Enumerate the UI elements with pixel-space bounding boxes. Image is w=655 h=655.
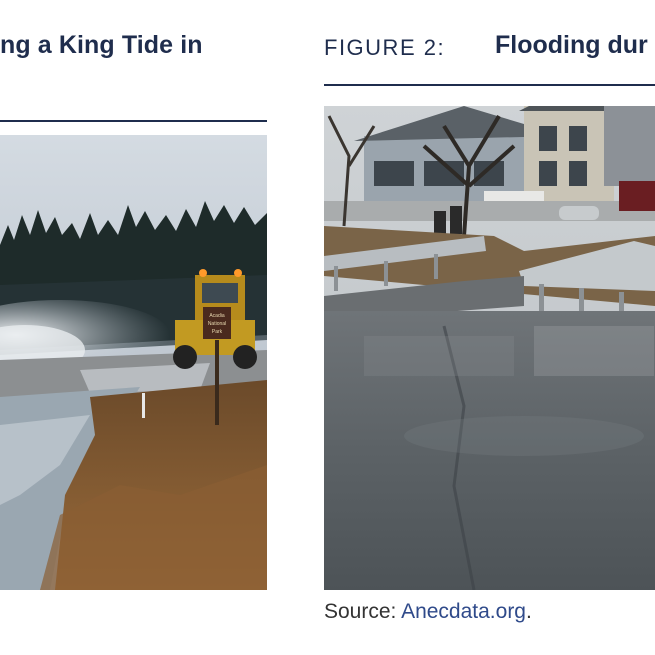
- left-title-divider: [0, 120, 267, 122]
- sign-line-3: Park: [212, 329, 223, 335]
- right-figure-photo: [324, 106, 655, 590]
- source-suffix: .: [526, 600, 532, 623]
- left-figure-title: ng a King Tide in: [0, 31, 203, 59]
- left-figure-photo: Acadia National Park: [0, 135, 267, 590]
- sign-line-2: National: [208, 321, 226, 327]
- source-prefix: Source:: [324, 600, 402, 623]
- source-link[interactable]: Anecdata.org: [401, 600, 526, 623]
- right-title-divider: [324, 84, 655, 86]
- report-page: ng a King Tide in Acadia National Park F…: [0, 0, 655, 655]
- right-figure-title: Flooding dur: [495, 31, 648, 59]
- figure-label: FIGURE 2:: [324, 35, 446, 60]
- sign-line-1: Acadia: [209, 313, 225, 319]
- source-citation: Source: Anecdata.org.: [324, 600, 532, 624]
